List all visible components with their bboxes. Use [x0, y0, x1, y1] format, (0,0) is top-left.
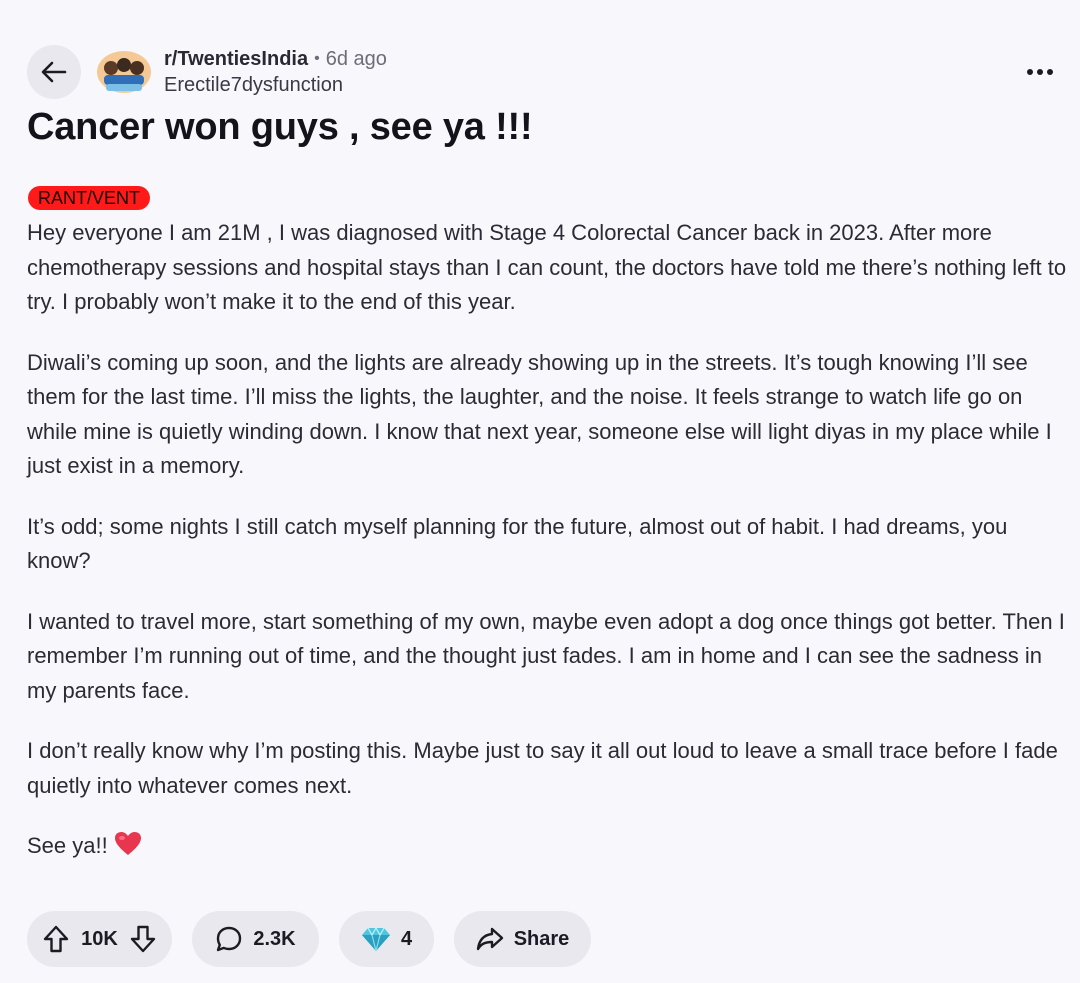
comment-icon: [217, 926, 242, 952]
post-paragraph: Hey everyone I am 21M , I was diagnosed …: [27, 220, 1067, 314]
post-paragraph: I wanted to travel more, start something…: [27, 608, 1065, 703]
subreddit-name[interactable]: r/TwentiesIndia: [164, 46, 308, 72]
back-button[interactable]: [27, 45, 81, 99]
post-paragraph: Diwali’s coming up soon, and the lights …: [27, 349, 1052, 479]
post-flair[interactable]: RANT/VENT: [28, 186, 151, 210]
post-author[interactable]: Erectile7dysfunction: [164, 72, 387, 98]
post-paragraph: I don’t really know why I’m posting this…: [27, 738, 1058, 798]
post-signoff: See ya!!: [27, 833, 108, 858]
more-options-button[interactable]: [1022, 58, 1058, 86]
post-paragraph-last: See ya!!: [27, 829, 1072, 864]
post-actions: 10K 2.3K 4 Share: [27, 911, 591, 967]
comment-count: 2.3K: [253, 927, 296, 950]
comments-button[interactable]: 2.3K: [192, 911, 319, 967]
post-title: Cancer won guys , see ya !!!: [27, 106, 533, 148]
subreddit-avatar[interactable]: [96, 48, 152, 94]
share-icon: [476, 927, 503, 951]
back-arrow-icon: [41, 61, 67, 83]
vote-count: 10K: [81, 927, 118, 950]
heart-icon: [114, 832, 141, 855]
post-meta: r/TwentiesIndia • 6d ago Erectile7dysfun…: [164, 46, 387, 98]
award-gem-icon: [361, 926, 390, 952]
more-options-icon: [1027, 69, 1033, 75]
share-label: Share: [513, 927, 570, 950]
post-paragraph: It’s odd; some nights I still catch myse…: [27, 513, 1008, 574]
meta-separator: •: [314, 50, 320, 67]
downvote-icon[interactable]: [130, 925, 156, 953]
award-count: 4: [400, 927, 413, 950]
share-button[interactable]: Share: [454, 911, 591, 967]
post-body: Hey everyone I am 21M , I was diagnosed …: [27, 216, 1072, 890]
upvote-icon[interactable]: [43, 925, 69, 953]
vote-control: 10K: [27, 911, 172, 967]
post-time: 6d ago: [325, 48, 387, 70]
award-button[interactable]: 4: [339, 911, 434, 967]
